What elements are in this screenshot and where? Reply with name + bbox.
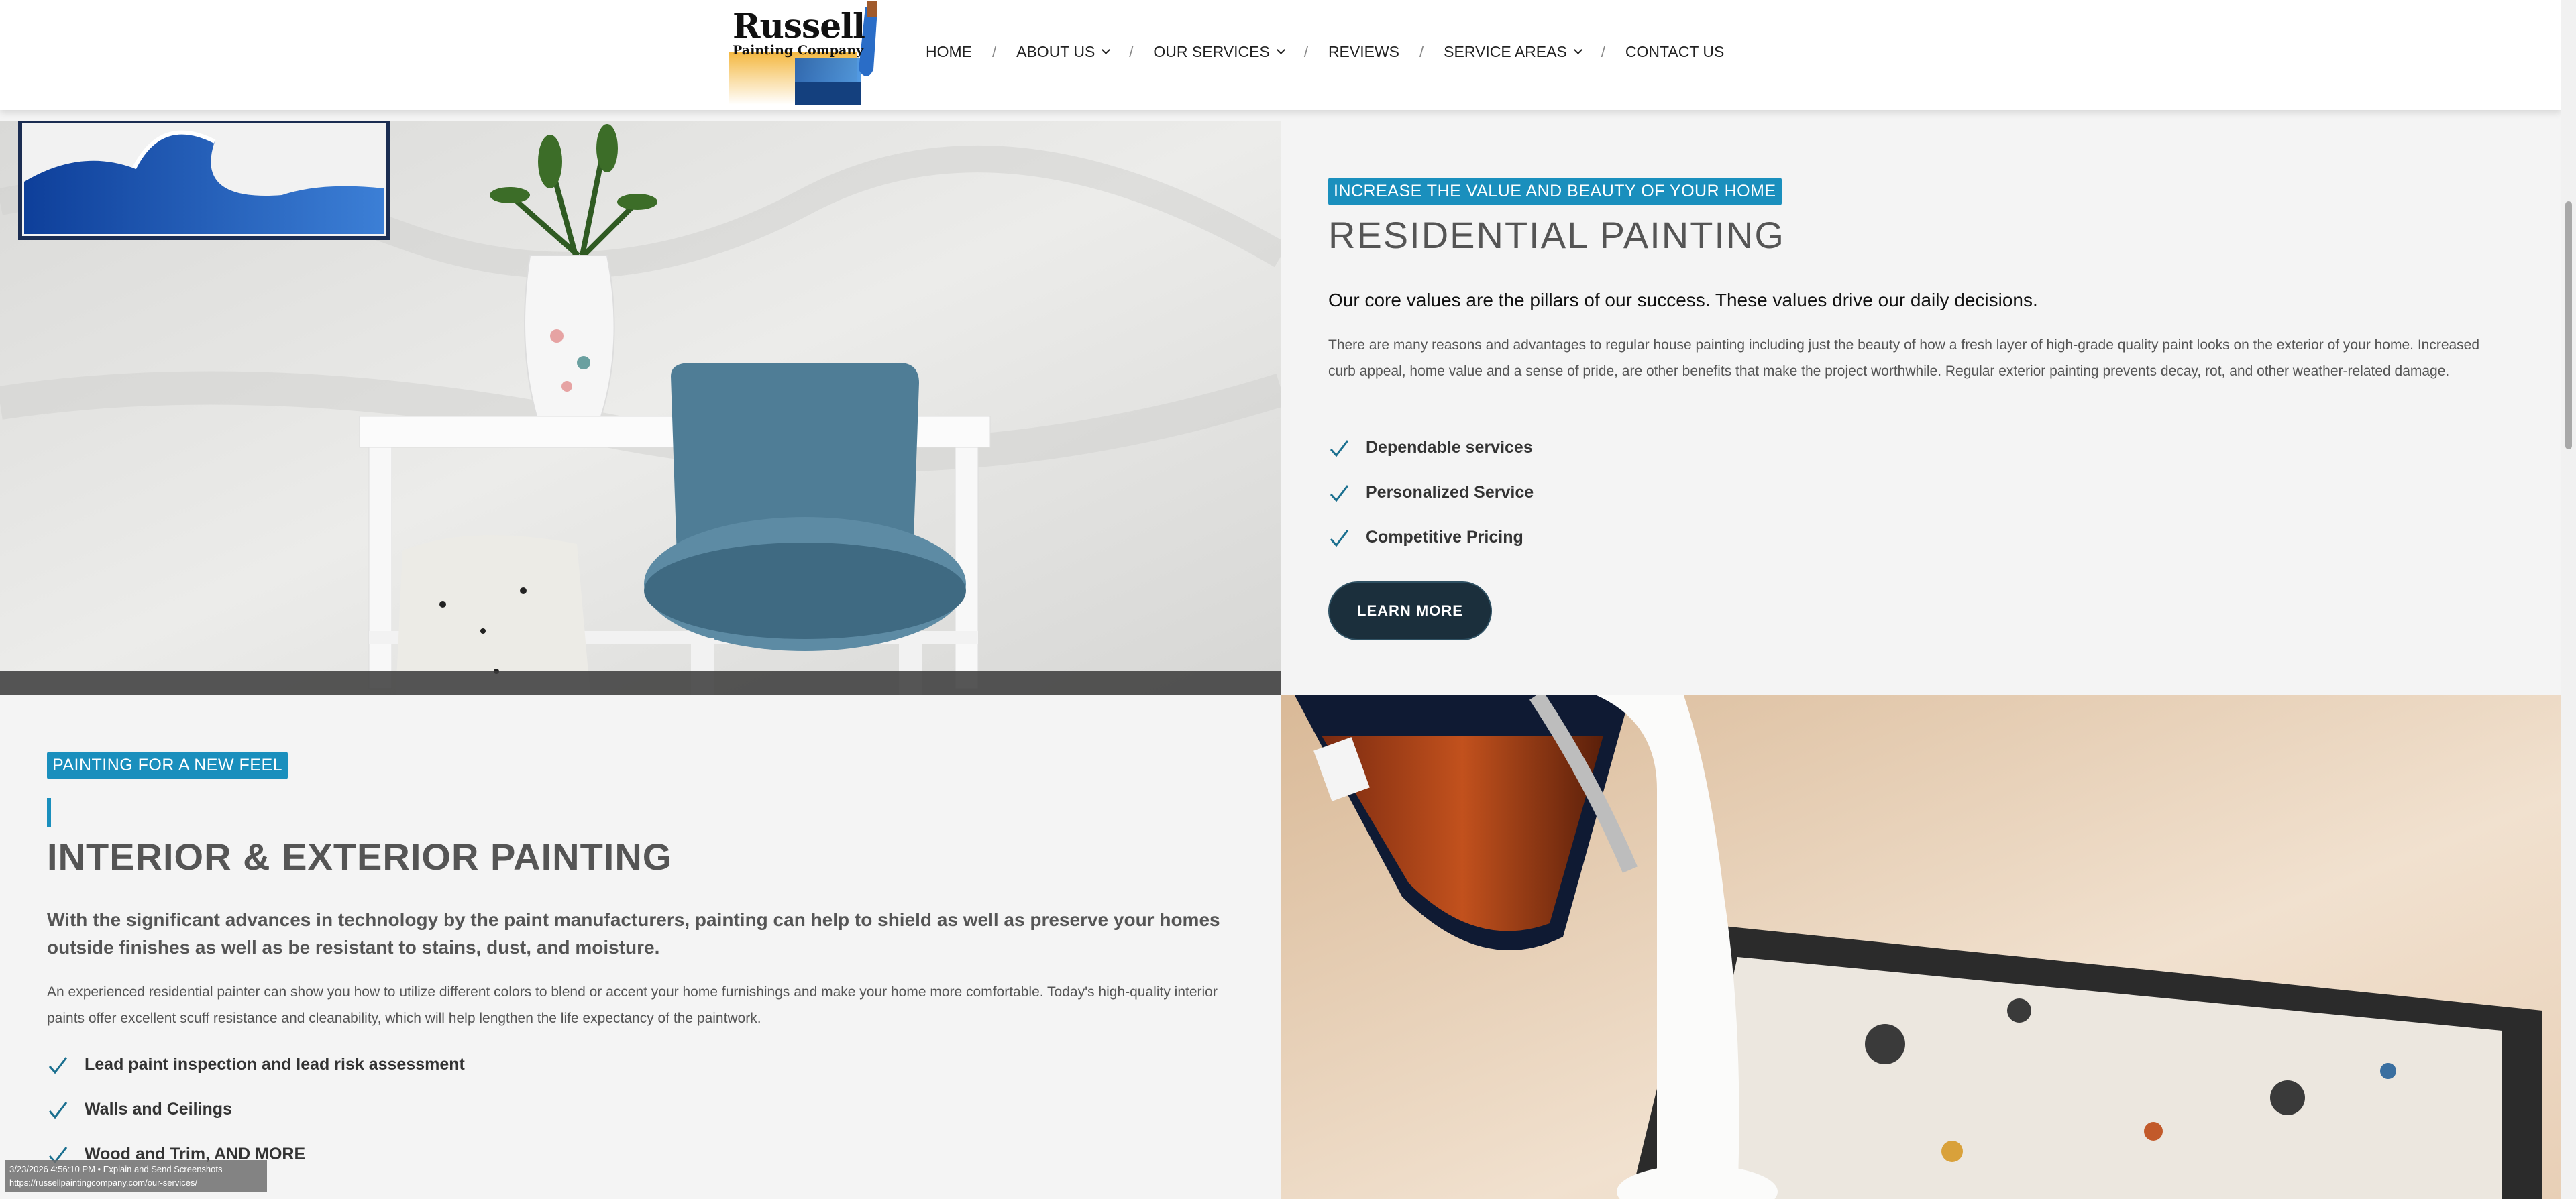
nav-service-areas[interactable]: SERVICE AREAS [1444,43,1582,61]
paint-pouring-illustration [1281,695,2561,1199]
learn-more-button[interactable]: LEARN MORE [1328,581,1492,640]
nav-our-services-label: OUR SERVICES [1153,43,1270,60]
list-item: Personalized Service [1328,470,1534,515]
nav-separator: / [1129,43,1134,60]
list-item: Walls and Ceilings [47,1087,465,1132]
checkmark-icon [48,1056,68,1074]
interior-body: An experienced residential painter can s… [47,984,1218,1026]
residential-lead: Our core values are the pillars of our s… [1328,290,2038,310]
nav-about-us[interactable]: ABOUT US [1016,43,1111,61]
feature-label: Lead paint inspection and lead risk asse… [85,1055,465,1074]
interior-title: INTERIOR & EXTERIOR PAINTING [47,836,673,878]
main-nav: HOME / ABOUT US / OUR SERVICES / REVIEWS… [926,43,1724,61]
logo-subtitle: Painting Company [733,43,864,58]
residential-eyebrow: INCREASE THE VALUE AND BEAUTY OF YOUR HO… [1328,178,1782,205]
nav-separator: / [992,43,997,60]
chevron-down-icon [1573,46,1582,54]
residential-body: There are many reasons and advantages to… [1328,337,2480,379]
nav-about-us-label: ABOUT US [1016,43,1095,60]
feature-label: Walls and Ceilings [85,1100,232,1119]
nav-reviews[interactable]: REVIEWS [1328,43,1399,61]
site-header: Russell Painting Company HOME / ABOUT US… [0,0,2561,110]
logo-name: Russell [733,6,865,46]
chair-room-illustration [0,121,1281,695]
page-scrollbar[interactable] [2561,0,2576,1199]
interior-feature-list: Lead paint inspection and lead risk asse… [47,1042,465,1177]
nav-reviews-label: REVIEWS [1328,43,1400,60]
list-item: Competitive Pricing [1328,515,1534,560]
residential-photo [0,121,1281,695]
nav-home[interactable]: HOME [926,43,972,61]
nav-our-services[interactable]: OUR SERVICES [1153,43,1285,61]
feature-label: Personalized Service [1366,483,1534,502]
chevron-down-icon [1102,46,1111,54]
interior-lead: With the significant advances in technol… [47,909,1220,958]
list-item: Lead paint inspection and lead risk asse… [47,1042,465,1087]
nav-separator: / [1419,43,1424,60]
checkmark-icon [1330,529,1349,547]
checkmark-icon [1330,484,1349,502]
interior-eyebrow: PAINTING FOR A NEW FEEL [47,752,288,779]
checkmark-icon [1330,439,1349,457]
interior-photo [1281,695,2561,1199]
nav-contact-us-label: CONTACT US [1625,43,1725,60]
residential-title: RESIDENTIAL PAINTING [1328,214,1785,256]
nav-service-areas-label: SERVICE AREAS [1444,43,1567,60]
chevron-down-icon [1276,46,1285,54]
nav-contact-us[interactable]: CONTACT US [1625,43,1724,61]
accent-divider [47,798,51,827]
nav-separator: / [1601,43,1605,60]
checkmark-icon [48,1101,68,1119]
list-item: Dependable services [1328,425,1534,470]
status-url: https://russellpaintingcompany.com/our-s… [9,1178,198,1188]
scrollbar-thumb[interactable] [2565,201,2572,449]
feature-label: Competitive Pricing [1366,528,1523,547]
nav-home-label: HOME [926,43,972,60]
residential-feature-list: Dependable services Personalized Service… [1328,425,1534,560]
screenshot-status-overlay: 3/23/2026 4:56:10 PM • Explain and Send … [5,1160,267,1192]
logo-wordmark: Russell Painting Company [733,9,865,57]
status-timestamp: 3/23/2026 4:56:10 PM • Explain and Send … [9,1164,223,1174]
nav-separator: / [1303,43,1308,60]
feature-label: Dependable services [1366,438,1533,457]
